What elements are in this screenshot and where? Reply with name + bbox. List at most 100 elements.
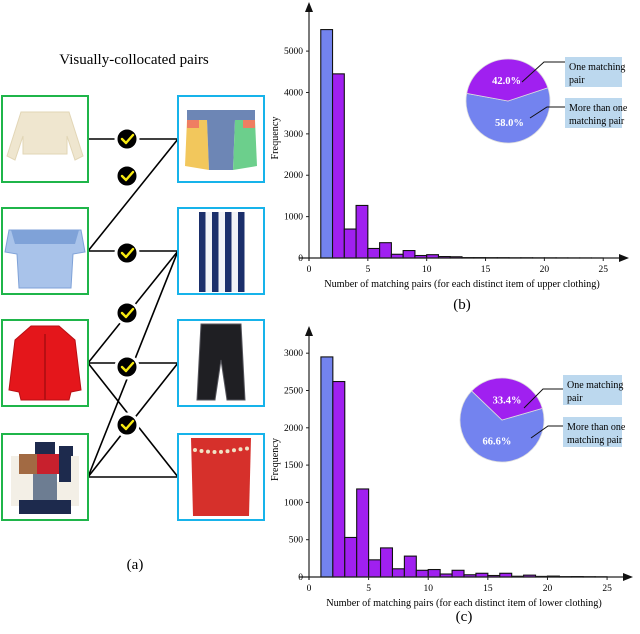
histogram-upper-clothing: 0510152025010002000300040005000Number of… (270, 0, 640, 318)
chain-bead (206, 450, 210, 454)
patch (37, 454, 59, 474)
callout-label-line: pair (567, 393, 583, 404)
y-axis-label: Frequency (270, 116, 281, 160)
patch (19, 454, 37, 474)
ruffle-shape (11, 230, 79, 244)
check-badge (116, 302, 138, 324)
x-tick-label: 5 (365, 265, 370, 275)
pie-slice-label: 42.0% (492, 76, 521, 87)
panel-coral (187, 120, 199, 128)
histogram-bar (368, 248, 380, 258)
y-tick-label: 2500 (284, 386, 303, 396)
patch (57, 482, 73, 500)
patch (71, 456, 79, 506)
chain-bead (219, 450, 223, 454)
histogram-bar (404, 556, 416, 577)
check-badge (116, 414, 138, 436)
diagram-title: Visually-collocated pairs (59, 52, 209, 68)
x-tick-label: 5 (366, 584, 371, 594)
x-tick-label: 10 (422, 265, 432, 275)
upper-item-cream-cropped-sweater (2, 96, 88, 182)
pie-slice-label: 33.4% (493, 396, 522, 407)
upper-item-patchwork-sweater (2, 434, 88, 520)
lower-item-striped-wide-pants (178, 208, 264, 294)
x-tick-label: 25 (598, 265, 608, 275)
check-circle-icon (116, 165, 138, 187)
patch (35, 442, 55, 454)
histogram-bar (345, 537, 357, 577)
caption-a: (a) (127, 557, 144, 573)
y-tick-label: 3000 (284, 349, 303, 359)
callout-label-line: matching pair (569, 116, 625, 127)
histogram-bar (333, 74, 345, 258)
panel-coral (243, 120, 255, 128)
histogram-bar (428, 570, 440, 577)
chart-c-svg: 0510152025050010001500200025003000Number… (270, 318, 640, 629)
y-tick-label: 2000 (284, 424, 303, 434)
check-badge (116, 128, 138, 150)
y-tick-label: 1000 (284, 213, 303, 223)
patch (19, 500, 71, 514)
histogram-bar (369, 560, 381, 577)
collocation-diagram: Visually-collocated pairs (a) (0, 0, 270, 629)
callout-label-line: More than one (569, 103, 628, 114)
x-axis-label: Number of matching pairs (for each disti… (324, 279, 600, 290)
check-circle-icon (116, 128, 138, 150)
y-tick-label: 500 (289, 536, 304, 546)
chain-bead (226, 449, 230, 453)
chain-bead (245, 446, 249, 450)
upper-item-red-blazer (2, 320, 88, 406)
stripe (225, 212, 232, 292)
patch (59, 446, 73, 482)
upper-clothing-column (2, 96, 88, 520)
lower-item-red-pencil-skirt (178, 434, 264, 520)
check-circle-icon (116, 414, 138, 436)
x-tick-label: 10 (423, 584, 433, 594)
histogram-bar (380, 243, 392, 258)
y-tick-label: 1500 (284, 461, 303, 471)
histogram-lower-clothing: 0510152025050010001500200025003000Number… (270, 318, 640, 629)
y-axis-arrow-icon (305, 326, 313, 336)
y-tick-label: 0 (298, 254, 303, 264)
check-badge (116, 242, 138, 264)
chain-bead (200, 449, 204, 453)
y-tick-label: 2000 (284, 171, 303, 181)
collocation-diagram-panel: Visually-collocated pairs (a) (0, 0, 270, 629)
y-tick-label: 3000 (284, 130, 303, 140)
x-tick-label: 15 (483, 584, 493, 594)
panel-denim (207, 120, 235, 170)
stripe (238, 212, 245, 292)
match-checkmarks (116, 128, 138, 436)
stripe (212, 212, 219, 292)
x-tick-label: 0 (307, 265, 312, 275)
chain-bead (193, 448, 197, 452)
pie-callout: More than onematching pair (531, 417, 626, 447)
callout-label-line: One matching (569, 62, 625, 73)
x-axis-arrow-icon (623, 573, 633, 581)
callout-label-line: More than one (567, 422, 626, 433)
x-axis-arrow-icon (619, 254, 629, 262)
histogram-bar (344, 229, 356, 258)
chart-b-svg: 0510152025010002000300040005000Number of… (270, 0, 640, 318)
x-axis-label: Number of matching pairs (for each disti… (326, 598, 602, 609)
callout-label-line: pair (569, 75, 585, 86)
pie-slice-label: 66.6% (483, 436, 512, 447)
lower-item-colorblock-denim-shorts (178, 96, 264, 182)
y-axis-arrow-icon (305, 2, 313, 12)
y-tick-label: 4000 (284, 88, 303, 98)
x-tick-label: 0 (307, 584, 312, 594)
patch (33, 474, 57, 500)
y-tick-label: 0 (298, 573, 303, 583)
lower-clothing-column (178, 96, 264, 520)
y-axis-label: Frequency (270, 437, 281, 481)
check-badge (116, 356, 138, 378)
x-tick-label: 20 (540, 265, 550, 275)
y-tick-label: 1000 (284, 498, 303, 508)
pair-line (88, 139, 178, 251)
check-circle-icon (116, 302, 138, 324)
histogram-bar (357, 489, 369, 577)
x-tick-label: 25 (602, 584, 612, 594)
histogram-bars (321, 30, 603, 258)
chart-caption: (c) (456, 609, 473, 625)
patch (19, 474, 33, 500)
